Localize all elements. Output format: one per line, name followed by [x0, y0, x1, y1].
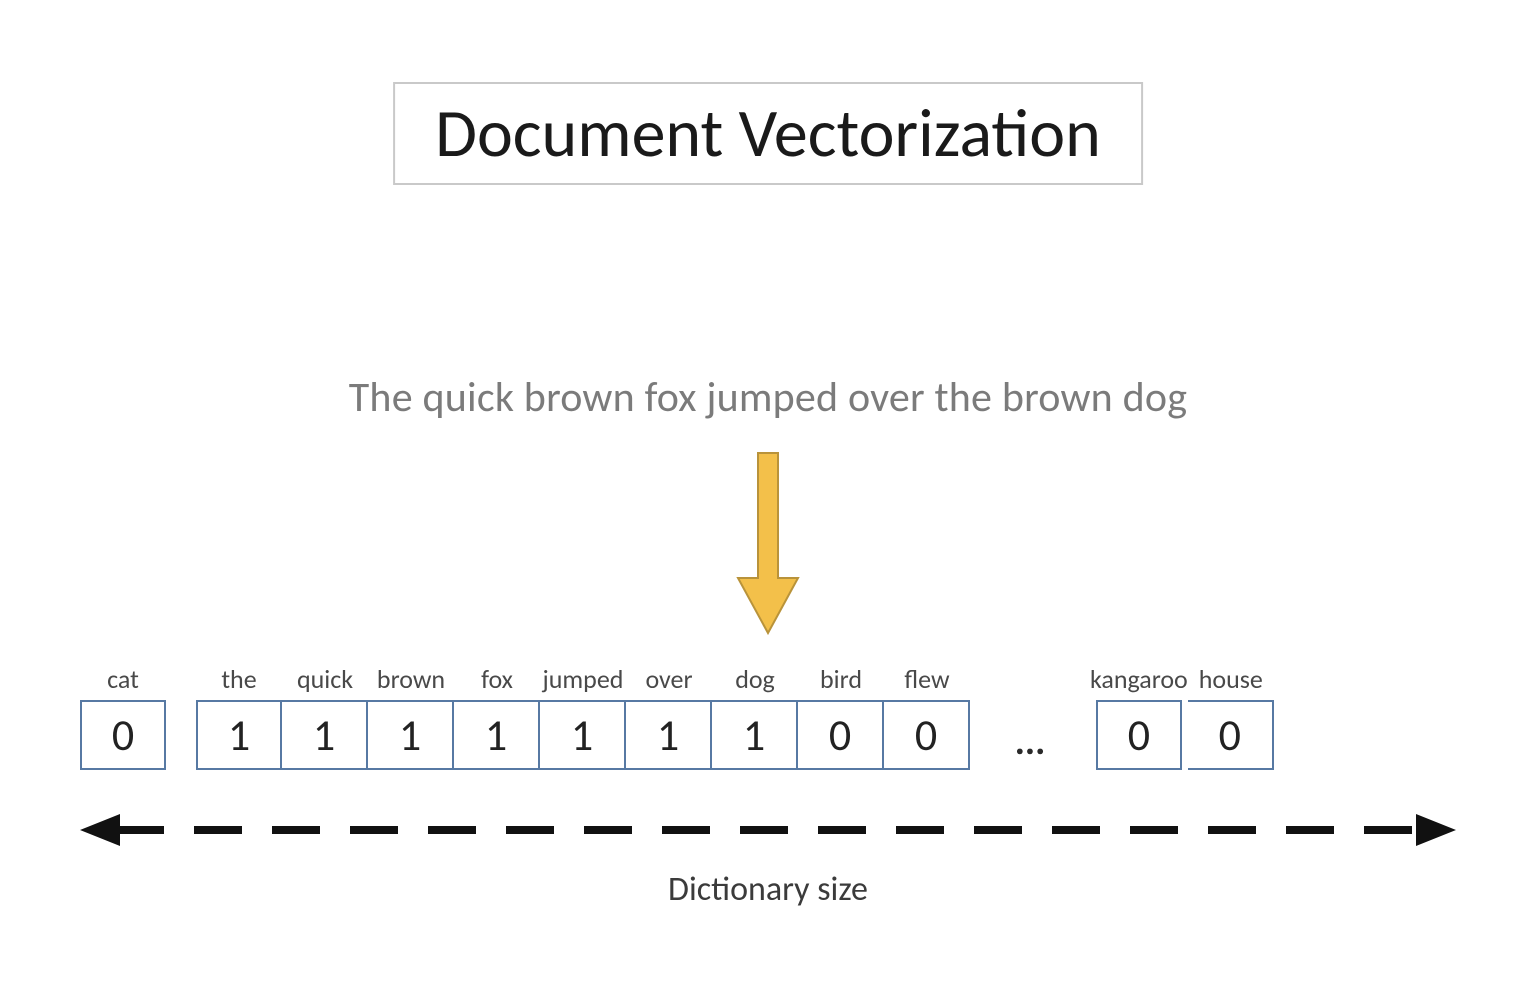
vector-cell: fox 1 — [454, 664, 540, 770]
word-label: bird — [820, 664, 862, 694]
vector-cell: cat 0 — [80, 664, 166, 770]
vector-value: 0 — [1188, 700, 1274, 770]
diagram-canvas: Document Vectorization The quick brown f… — [0, 0, 1536, 999]
ellipsis: ... — [970, 669, 1090, 765]
vector-value: 0 — [80, 700, 166, 770]
word-label: cat — [107, 664, 139, 694]
word-label: house — [1199, 664, 1263, 694]
page-title: Document Vectorization — [393, 82, 1143, 185]
vector-value: 1 — [368, 700, 454, 770]
word-label: dog — [735, 664, 775, 694]
word-label: fox — [481, 664, 513, 694]
vector-main-group: cat 0 the 1 quick 1 brown 1 fox — [80, 664, 970, 770]
vector-cell: kangaroo 0 — [1090, 664, 1188, 770]
vector-cell: house 0 — [1188, 664, 1274, 770]
vector-value: 1 — [282, 700, 368, 770]
word-label: brown — [377, 664, 445, 694]
double-arrow-icon — [80, 810, 1456, 850]
vector-cell: bird 0 — [798, 664, 884, 770]
vector-cell: over 1 — [626, 664, 712, 770]
vector-cell: jumped 1 — [540, 664, 626, 770]
vector-value: 1 — [712, 700, 798, 770]
vector-value: 0 — [1096, 700, 1182, 770]
vector-value: 0 — [884, 700, 970, 770]
word-label: jumped — [543, 664, 624, 694]
axis-label: Dictionary size — [80, 869, 1456, 910]
vector-value: 1 — [196, 700, 282, 770]
example-sentence: The quick brown fox jumped over the brow… — [349, 372, 1187, 423]
vector-cell: brown 1 — [368, 664, 454, 770]
word-label: quick — [297, 664, 353, 694]
vector-cell: dog 1 — [712, 664, 798, 770]
vector-cell: flew 0 — [884, 664, 970, 770]
vector-tail-group: kangaroo 0 house 0 — [1090, 664, 1274, 770]
word-label: kangaroo — [1090, 664, 1188, 694]
vector-cell: quick 1 — [282, 664, 368, 770]
word-label: the — [221, 664, 256, 694]
vector-row: cat 0 the 1 quick 1 brown 1 fox — [80, 664, 1456, 770]
vector-value: 1 — [540, 700, 626, 770]
vector-value: 1 — [626, 700, 712, 770]
vector-value: 1 — [454, 700, 540, 770]
word-label: flew — [904, 664, 949, 694]
vector-cell: the 1 — [196, 664, 282, 770]
word-label: over — [645, 664, 692, 694]
vector-value: 0 — [798, 700, 884, 770]
down-arrow-icon — [733, 448, 803, 643]
dictionary-size-indicator: Dictionary size — [80, 810, 1456, 910]
